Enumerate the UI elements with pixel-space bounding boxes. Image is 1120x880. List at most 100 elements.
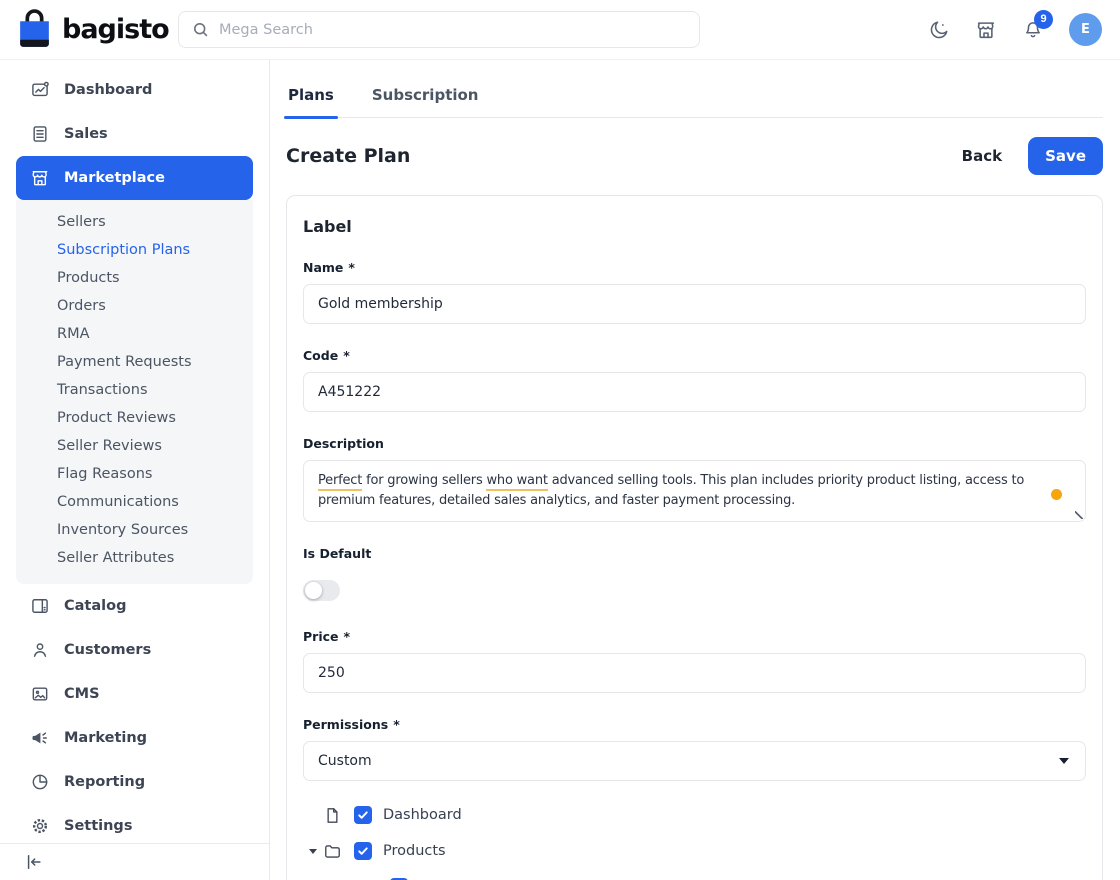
moon-icon xyxy=(928,19,950,41)
sidebar-item-cms[interactable]: CMS xyxy=(16,672,253,716)
sales-icon xyxy=(30,124,50,144)
marketplace-icon xyxy=(30,168,50,188)
permissions-select[interactable]: Custom xyxy=(303,741,1086,781)
marketplace-submenu: Sellers Subscription Plans Products Orde… xyxy=(16,200,253,584)
submenu-item-product-reviews[interactable]: Product Reviews xyxy=(16,404,253,432)
sidebar-item-sales[interactable]: Sales xyxy=(16,112,253,156)
page-title: Create Plan xyxy=(286,145,410,167)
brand-logo[interactable]: bagisto xyxy=(16,9,178,50)
is-default-field-label: Is Default xyxy=(303,546,1086,561)
spellcheck-underlined-word: who want xyxy=(486,473,547,491)
tree-row-dashboard: Dashboard xyxy=(309,797,1086,833)
description-line: Perfect for growing sellers who want adv… xyxy=(318,471,1025,491)
tab-bar: Plans Subscription xyxy=(286,60,1103,118)
customers-icon xyxy=(30,640,50,660)
submenu-item-flag-reasons[interactable]: Flag Reasons xyxy=(16,460,253,488)
reporting-pie-chart-icon xyxy=(30,772,50,792)
submenu-item-seller-attributes[interactable]: Seller Attributes xyxy=(16,544,253,572)
form-section-title: Label xyxy=(303,217,1086,236)
permissions-selected-value: Custom xyxy=(318,753,372,769)
name-field-label: Name * xyxy=(303,260,1086,275)
folder-icon xyxy=(323,842,342,861)
sidebar-item-marketplace[interactable]: Marketplace xyxy=(16,156,253,200)
sidebar-footer xyxy=(0,843,269,880)
sidebar-item-label: CMS xyxy=(64,686,100,702)
submenu-item-seller-reviews[interactable]: Seller Reviews xyxy=(16,432,253,460)
dark-mode-toggle-button[interactable] xyxy=(928,19,950,41)
sidebar-item-label: Sales xyxy=(64,126,108,142)
sidebar-item-settings[interactable]: Settings xyxy=(16,804,253,843)
toggle-knob xyxy=(305,582,322,599)
sidebar-menu: Dashboard Sales xyxy=(0,60,269,843)
tree-row-create: Create xyxy=(309,869,1086,880)
create-plan-form-card: Label Name * Code * Description xyxy=(286,195,1103,880)
page-actions: Back Save xyxy=(962,137,1103,175)
brand-name: bagisto xyxy=(62,14,169,45)
shopping-bag-logo-icon xyxy=(16,9,53,50)
price-field-label: Price * xyxy=(303,629,1086,644)
submenu-item-orders[interactable]: Orders xyxy=(16,292,253,320)
is-default-toggle[interactable] xyxy=(303,580,340,601)
required-asterisk: * xyxy=(344,629,351,644)
permissions-field-label: Permissions * xyxy=(303,717,1086,732)
description-line: premium features, detailed sales analyti… xyxy=(318,491,1025,511)
app-window: bagisto xyxy=(0,0,1120,880)
tree-expand-caret-icon[interactable] xyxy=(309,849,317,854)
submenu-item-transactions[interactable]: Transactions xyxy=(16,376,253,404)
tree-checkbox-dashboard[interactable] xyxy=(354,806,372,824)
sidebar-item-marketing[interactable]: Marketing xyxy=(16,716,253,760)
sidebar-item-label: Marketing xyxy=(64,730,147,746)
description-field-label: Description xyxy=(303,436,1086,451)
price-input[interactable] xyxy=(303,653,1086,693)
tree-checkbox-products[interactable] xyxy=(354,842,372,860)
document-icon xyxy=(323,806,342,825)
search-icon xyxy=(191,20,210,39)
chevron-down-icon xyxy=(1059,758,1069,764)
sidebar-item-reporting[interactable]: Reporting xyxy=(16,760,253,804)
mega-search xyxy=(178,11,700,48)
required-asterisk: * xyxy=(393,717,400,732)
textarea-resize-handle[interactable] xyxy=(1075,511,1083,519)
code-field-label: Code * xyxy=(303,348,1086,363)
submenu-item-rma[interactable]: RMA xyxy=(16,320,253,348)
sidebar-item-label: Reporting xyxy=(64,774,145,790)
grammar-assistant-dot-icon[interactable] xyxy=(1051,489,1062,500)
collapse-arrow-icon xyxy=(24,852,44,872)
submenu-item-sellers[interactable]: Sellers xyxy=(16,208,253,236)
sidebar: Dashboard Sales xyxy=(0,60,270,880)
search-input[interactable] xyxy=(178,11,700,48)
submenu-item-inventory-sources[interactable]: Inventory Sources xyxy=(16,516,253,544)
submenu-item-subscription-plans[interactable]: Subscription Plans xyxy=(16,236,253,264)
tree-label: Dashboard xyxy=(383,807,462,823)
header-actions: 9 E xyxy=(928,13,1102,46)
sidebar-item-label: Dashboard xyxy=(64,82,152,98)
submenu-item-communications[interactable]: Communications xyxy=(16,488,253,516)
tree-label: Products xyxy=(383,843,446,859)
main-content: Plans Subscription Create Plan Back Save… xyxy=(270,60,1120,880)
tab-subscription[interactable]: Subscription xyxy=(370,86,481,117)
marketplace-group: Marketplace Sellers Subscription Plans P… xyxy=(0,156,269,584)
sidebar-item-label: Catalog xyxy=(64,598,126,614)
sidebar-item-catalog[interactable]: Catalog xyxy=(16,584,253,628)
description-textarea[interactable]: Perfect for growing sellers who want adv… xyxy=(303,460,1086,522)
notification-count-badge: 9 xyxy=(1034,10,1053,29)
name-input[interactable] xyxy=(303,284,1086,324)
storefront-icon xyxy=(975,19,997,41)
tab-plans[interactable]: Plans xyxy=(286,86,336,117)
permission-tree: Dashboard xyxy=(303,797,1086,880)
storefront-button[interactable] xyxy=(975,19,997,41)
save-button[interactable]: Save xyxy=(1028,137,1103,175)
user-avatar[interactable]: E xyxy=(1069,13,1102,46)
sidebar-item-dashboard[interactable]: Dashboard xyxy=(16,68,253,112)
top-header: bagisto xyxy=(0,0,1120,60)
sidebar-collapse-button[interactable] xyxy=(24,852,44,872)
code-input[interactable] xyxy=(303,372,1086,412)
spellcheck-underlined-word: Perfect xyxy=(318,473,362,491)
submenu-item-products[interactable]: Products xyxy=(16,264,253,292)
dashboard-icon xyxy=(30,80,50,100)
back-button[interactable]: Back xyxy=(962,147,1002,165)
settings-gear-icon xyxy=(30,816,50,836)
sidebar-item-customers[interactable]: Customers xyxy=(16,628,253,672)
submenu-item-payment-requests[interactable]: Payment Requests xyxy=(16,348,253,376)
notifications-button[interactable]: 9 xyxy=(1022,19,1044,41)
